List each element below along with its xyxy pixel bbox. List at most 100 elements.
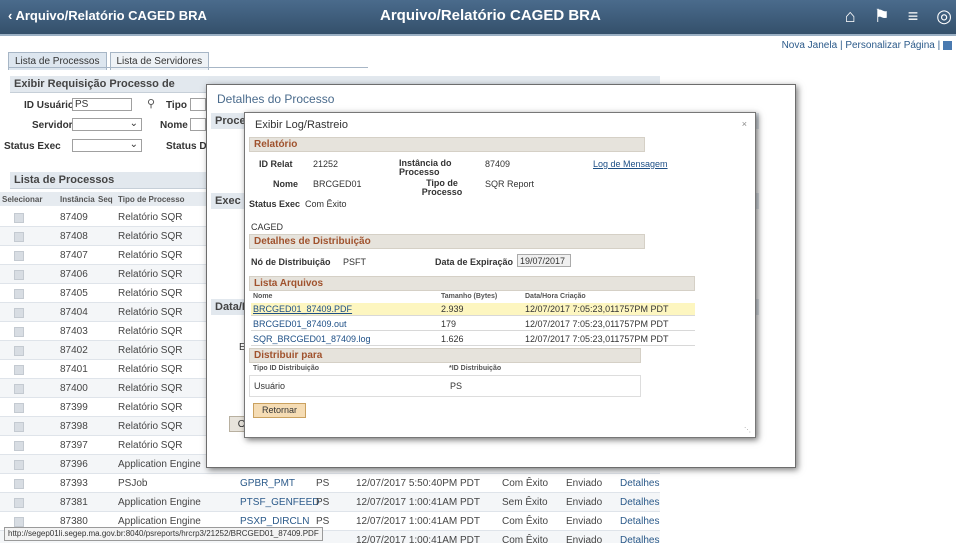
user-cell: PS	[316, 497, 330, 508]
grid-icon[interactable]	[943, 40, 952, 50]
datetime-cell: 12/07/2017 1:00:41AM PDT	[356, 516, 480, 527]
details-link[interactable]: Detalhes	[620, 478, 659, 489]
table-row[interactable]: 87381 Application Engine PTSF_GENFEED PS 12/…	[0, 493, 660, 512]
instance-cell: 87380	[60, 516, 88, 527]
process-type-cell: Relatório SQR	[118, 288, 183, 299]
row-select-checkbox[interactable]	[14, 479, 24, 489]
process-type-cell: Relatório SQR	[118, 383, 183, 394]
process-name-link[interactable]: PSXP_DIRCLN	[240, 516, 309, 527]
name-value: BRCGED01	[313, 179, 362, 189]
expiration-date-label: Data de Expiração	[435, 257, 514, 267]
name-input[interactable]	[190, 118, 206, 131]
flag-icon[interactable]: ⚑	[874, 6, 890, 27]
link-separator: |	[937, 40, 941, 51]
return-button[interactable]: Retornar	[253, 403, 307, 418]
row-select-checkbox[interactable]	[14, 384, 24, 394]
home-icon[interactable]: ⌂	[845, 6, 856, 27]
caged-text: CAGED	[251, 222, 284, 232]
file-row[interactable]: SQR_BRCGED01_87409.log 1.626 12/07/2017 …	[251, 333, 695, 346]
process-type-value: SQR Report	[485, 179, 535, 189]
banner-divider	[0, 34, 956, 36]
chevron-left-icon: ‹	[8, 8, 13, 23]
process-list-header: Lista de Processos	[10, 172, 206, 189]
row-select-checkbox[interactable]	[14, 270, 24, 280]
col-seq: Seq	[98, 195, 113, 204]
table-row[interactable]: 87393 PSJob GPBR_PMT PS 12/07/2017 5:50:40PM…	[0, 474, 660, 493]
file-row[interactable]: BRCGED01_87409.PDF 2.939 12/07/2017 7:05…	[251, 303, 695, 316]
col-select: Selecionar	[2, 195, 43, 204]
row-select-checkbox[interactable]	[14, 517, 24, 527]
details-link[interactable]: Detalhes	[620, 535, 659, 543]
details-link[interactable]: Detalhes	[620, 516, 659, 527]
row-select-checkbox[interactable]	[14, 213, 24, 223]
id-user-input[interactable]: PS	[72, 98, 132, 111]
datetime-cell: 12/07/2017 1:00:41AM PDT	[356, 535, 480, 543]
report-id-value: 21252	[313, 159, 339, 169]
row-select-checkbox[interactable]	[14, 308, 24, 318]
row-select-checkbox[interactable]	[14, 460, 24, 470]
row-select-checkbox[interactable]	[14, 251, 24, 261]
link-separator: |	[839, 40, 843, 51]
row-select-checkbox[interactable]	[14, 365, 24, 375]
file-row[interactable]: BRCGED01_87409.out 179 12/07/2017 7:05:2…	[251, 318, 695, 331]
process-type-cell: Relatório SQR	[118, 231, 183, 242]
datetime-cell: 12/07/2017 5:50:40PM PDT	[356, 478, 480, 489]
back-button-label: Arquivo/Relatório CAGED BRA	[15, 8, 207, 23]
file-link[interactable]: SQR_BRCGED01_87409.log	[253, 334, 371, 344]
row-select-checkbox[interactable]	[14, 498, 24, 508]
instance-cell: 87404	[60, 307, 88, 318]
process-type-cell: Relatório SQR	[118, 364, 183, 375]
close-icon[interactable]: ×	[742, 119, 747, 129]
instance-cell: 87398	[60, 421, 88, 432]
process-type-cell: Relatório SQR	[118, 307, 183, 318]
id-user-label: ID Usuário	[24, 100, 75, 111]
name-label: Nome	[273, 179, 299, 189]
file-link[interactable]: BRCGED01_87409.PDF	[253, 304, 352, 314]
process-name-link[interactable]: PTSF_GENFEED	[240, 497, 319, 508]
user-cell: PS	[316, 516, 330, 527]
process-name-link[interactable]: GPBR_PMT	[240, 478, 295, 489]
row-select-checkbox[interactable]	[14, 327, 24, 337]
resize-handle-icon[interactable]: ⋱	[744, 426, 751, 434]
personalize-page-link[interactable]: Personalizar Página	[845, 40, 935, 51]
menu-icon[interactable]: ≡	[908, 6, 919, 27]
row-select-checkbox[interactable]	[14, 232, 24, 242]
details-link[interactable]: Detalhes	[620, 497, 659, 508]
message-log-link[interactable]: Log de Mensagem	[593, 159, 668, 169]
search-icon[interactable]: ⚲	[147, 97, 155, 110]
row-select-checkbox[interactable]	[14, 403, 24, 413]
instance-cell: 87400	[60, 383, 88, 394]
file-list-header: Lista Arquivos	[249, 276, 695, 291]
row-select-checkbox[interactable]	[14, 422, 24, 432]
instance-cell: 87403	[60, 326, 88, 337]
dist-id-value: PS	[450, 381, 463, 391]
file-link[interactable]: BRCGED01_87409.out	[253, 319, 347, 329]
col-dist-type: Tipo ID Distribuição	[253, 365, 319, 372]
process-type-cell: Relatório SQR	[118, 212, 183, 223]
new-window-link[interactable]: Nova Janela	[782, 40, 838, 51]
chevron-down-icon: ⌄	[129, 118, 138, 129]
instance-cell: 87399	[60, 402, 88, 413]
instance-cell: 87405	[60, 288, 88, 299]
row-select-checkbox[interactable]	[14, 289, 24, 299]
compass-icon[interactable]: ◎	[936, 6, 952, 27]
run-status-cell: Com Êxito	[502, 478, 549, 489]
file-date: 12/07/2017 7:05:23,011757PM PDT	[525, 334, 669, 344]
server-select[interactable]: ⌄	[72, 118, 142, 131]
row-select-checkbox[interactable]	[14, 441, 24, 451]
instance-cell: 87408	[60, 231, 88, 242]
status-exec-select[interactable]: ⌄	[72, 139, 142, 152]
col-file-size: Tamanho (Bytes)	[441, 293, 498, 300]
dist-status-cell: Enviado	[566, 516, 603, 527]
report-section-header: Relatório	[249, 137, 645, 152]
chevron-down-icon: ⌄	[129, 139, 138, 150]
process-type-cell: Relatório SQR	[118, 269, 183, 280]
row-select-checkbox[interactable]	[14, 346, 24, 356]
back-button[interactable]: ‹ Arquivo/Relatório CAGED BRA	[8, 8, 207, 23]
col-process-type: Tipo de Processo	[118, 195, 185, 204]
col-dist-id: *ID Distribuição	[449, 365, 502, 372]
instance-cell: 87402	[60, 345, 88, 356]
type-select[interactable]	[190, 98, 206, 111]
expiration-date-input: 19/07/2017	[517, 254, 571, 267]
process-details-title: Detalhes do Processo	[217, 92, 335, 106]
